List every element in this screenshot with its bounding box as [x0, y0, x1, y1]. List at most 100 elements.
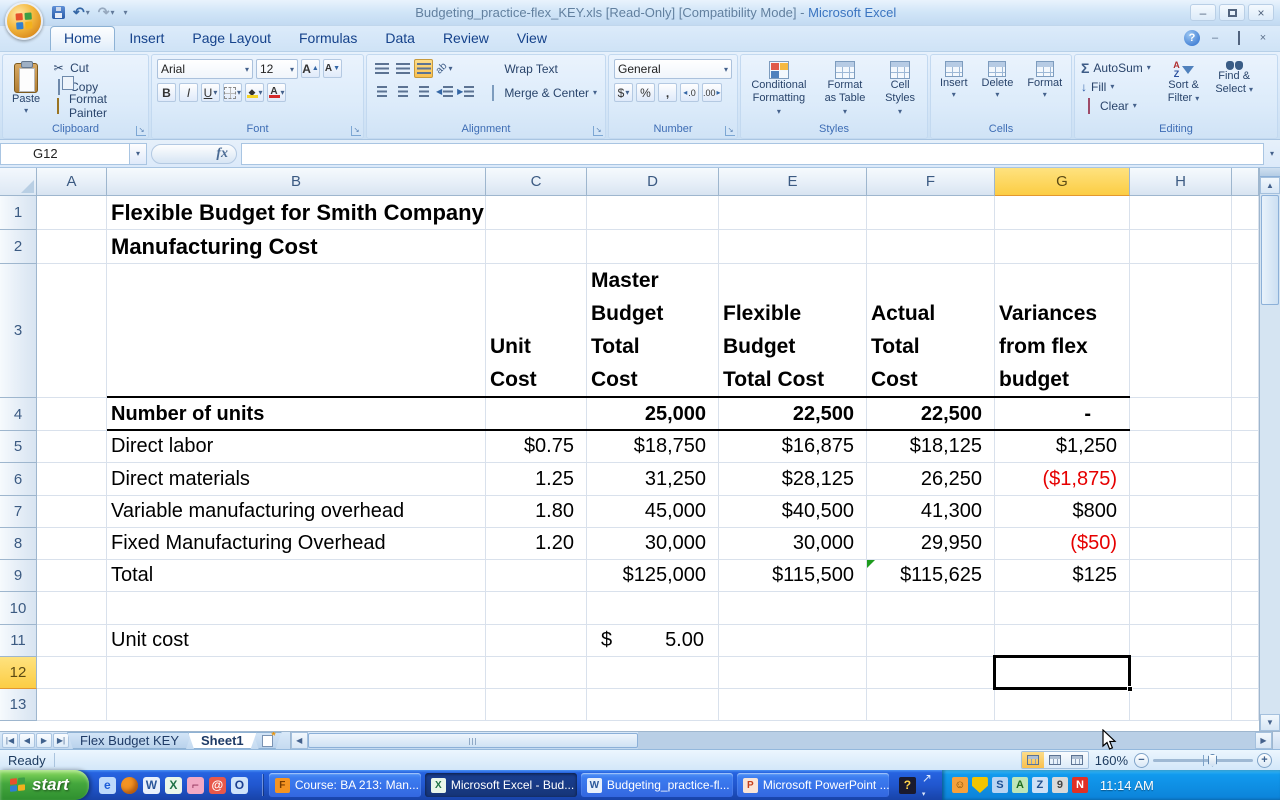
clipboard-dialog-launcher[interactable]: ↘: [136, 126, 146, 136]
zoom-slider-track[interactable]: [1153, 753, 1253, 767]
taskbar-button-word[interactable]: W Budgeting_practice-fl...: [580, 773, 733, 797]
cell-F10[interactable]: [867, 592, 995, 625]
wrap-text-button[interactable]: Wrap Text: [483, 59, 599, 78]
row-header-2[interactable]: 2: [0, 230, 37, 264]
cell-F2[interactable]: [867, 230, 995, 264]
cell-E10[interactable]: [719, 592, 867, 625]
cell-D13[interactable]: [587, 689, 719, 721]
cell-G6[interactable]: ($1,875): [995, 463, 1130, 496]
cell-G4[interactable]: -: [995, 398, 1130, 431]
cell-D3[interactable]: Master Budget Total Cost: [587, 264, 719, 398]
internet-explorer-icon[interactable]: e: [98, 776, 116, 794]
start-button[interactable]: start: [0, 770, 89, 800]
page-layout-view-button[interactable]: [1043, 752, 1066, 768]
previous-sheet-button[interactable]: ◀: [19, 733, 35, 748]
alignment-dialog-launcher[interactable]: ↘: [593, 126, 603, 136]
cell-E9[interactable]: $115,500: [719, 560, 867, 592]
insert-function-button[interactable]: fx: [151, 143, 237, 164]
format-as-table-button[interactable]: Format as Table ▾: [817, 58, 873, 123]
workbook-minimize-button[interactable]: –: [1206, 32, 1224, 44]
column-header-H[interactable]: H: [1130, 168, 1232, 196]
cell-C9[interactable]: [486, 560, 587, 592]
cell-C5[interactable]: $0.75: [486, 431, 587, 463]
undock-icon[interactable]: ↗ ▾: [922, 771, 932, 799]
row-header-10[interactable]: 10: [0, 592, 37, 625]
align-center-button[interactable]: [393, 82, 412, 101]
scroll-left-button[interactable]: ◀: [290, 732, 308, 749]
delete-cells-button[interactable]: Delete ▾: [977, 58, 1019, 123]
name-box[interactable]: G12: [0, 142, 130, 165]
cell-G1[interactable]: [995, 196, 1130, 230]
font-size-select[interactable]: 12 ▾: [256, 59, 298, 79]
cell-E8[interactable]: 30,000: [719, 528, 867, 560]
cell-C11[interactable]: [486, 625, 587, 657]
cell-C2[interactable]: [486, 230, 587, 264]
row-header-1[interactable]: 1: [0, 196, 37, 230]
middle-align-button[interactable]: [393, 59, 412, 78]
cell-A8[interactable]: [37, 528, 107, 560]
cell-D12[interactable]: [587, 657, 719, 689]
top-align-button[interactable]: [372, 59, 391, 78]
cell-G2[interactable]: [995, 230, 1130, 264]
font-dialog-launcher[interactable]: ↘: [351, 126, 361, 136]
cell-A2[interactable]: [37, 230, 107, 264]
scroll-up-button[interactable]: ▲: [1260, 177, 1280, 194]
cell-x7[interactable]: [1232, 496, 1259, 528]
redo-button[interactable]: ↷ ▾: [96, 3, 117, 23]
column-header-C[interactable]: C: [486, 168, 587, 196]
formula-input[interactable]: [241, 142, 1264, 165]
cell-A9[interactable]: [37, 560, 107, 592]
ribbon-tab-review[interactable]: Review: [429, 26, 503, 51]
cell-G13[interactable]: [995, 689, 1130, 721]
cell-A10[interactable]: [37, 592, 107, 625]
cell-D11[interactable]: $5.00: [587, 625, 719, 657]
cell-D5[interactable]: $18,750: [587, 431, 719, 463]
cell-E1[interactable]: [719, 196, 867, 230]
column-header-A[interactable]: A: [37, 168, 107, 196]
cell-x4[interactable]: [1232, 398, 1259, 431]
row-header-8[interactable]: 8: [0, 528, 37, 560]
merge-center-button[interactable]: Merge & Center ▾: [483, 83, 599, 102]
column-header-G[interactable]: G: [995, 168, 1130, 196]
sort-filter-button[interactable]: AZ Sort & Filter ▾: [1163, 58, 1205, 123]
scroll-right-button[interactable]: ▶: [1255, 732, 1272, 749]
cell-F3[interactable]: Actual Total Cost: [867, 264, 995, 398]
undo-button[interactable]: ↶ ▾: [71, 3, 92, 23]
cell-C7[interactable]: 1.80: [486, 496, 587, 528]
cell-F5[interactable]: $18,125: [867, 431, 995, 463]
messenger-icon[interactable]: ☺: [951, 777, 968, 793]
column-header-D[interactable]: D: [587, 168, 719, 196]
zip-icon[interactable]: Z: [1031, 777, 1048, 793]
save-button[interactable]: [50, 3, 67, 23]
cell-A12[interactable]: [37, 657, 107, 689]
keys-icon[interactable]: ⌐: [186, 776, 204, 794]
decrease-decimal-button[interactable]: .00 ▸: [702, 83, 722, 102]
qat-customize-button[interactable]: ▾: [121, 3, 130, 23]
cell-x8[interactable]: [1232, 528, 1259, 560]
cell-H10[interactable]: [1130, 592, 1232, 625]
row-header-7[interactable]: 7: [0, 496, 37, 528]
number-dialog-launcher[interactable]: ↘: [725, 126, 735, 136]
zoom-level[interactable]: 160%: [1095, 753, 1128, 768]
row-header-11[interactable]: 11: [0, 625, 37, 657]
format-cells-button[interactable]: Format ▾: [1022, 58, 1067, 123]
insert-cells-button[interactable]: Insert ▾: [935, 58, 973, 123]
taskbar-button-powerpoint[interactable]: P Microsoft PowerPoint ...: [736, 773, 889, 797]
help-icon[interactable]: ?: [1184, 30, 1200, 46]
cell-E6[interactable]: $28,125: [719, 463, 867, 496]
page-break-view-button[interactable]: [1065, 752, 1088, 768]
row-header-6[interactable]: 6: [0, 463, 37, 496]
sheet-tab-sheet1[interactable]: Sheet1: [188, 732, 257, 749]
cell-D6[interactable]: 31,250: [587, 463, 719, 496]
zoom-out-button[interactable]: −: [1134, 752, 1149, 768]
mail-icon[interactable]: @: [208, 776, 226, 794]
cell-G7[interactable]: $800: [995, 496, 1130, 528]
ribbon-tab-insert[interactable]: Insert: [115, 26, 178, 51]
cell-A11[interactable]: [37, 625, 107, 657]
norton-icon[interactable]: N: [1071, 777, 1088, 793]
tab-split-handle[interactable]: [1272, 732, 1280, 749]
help-badge-icon[interactable]: ?: [898, 776, 916, 794]
cell-E12[interactable]: [719, 657, 867, 689]
comma-style-button[interactable]: ,: [658, 83, 677, 102]
taskbar-button-firefox[interactable]: F Course: BA 213: Man...: [268, 773, 421, 797]
